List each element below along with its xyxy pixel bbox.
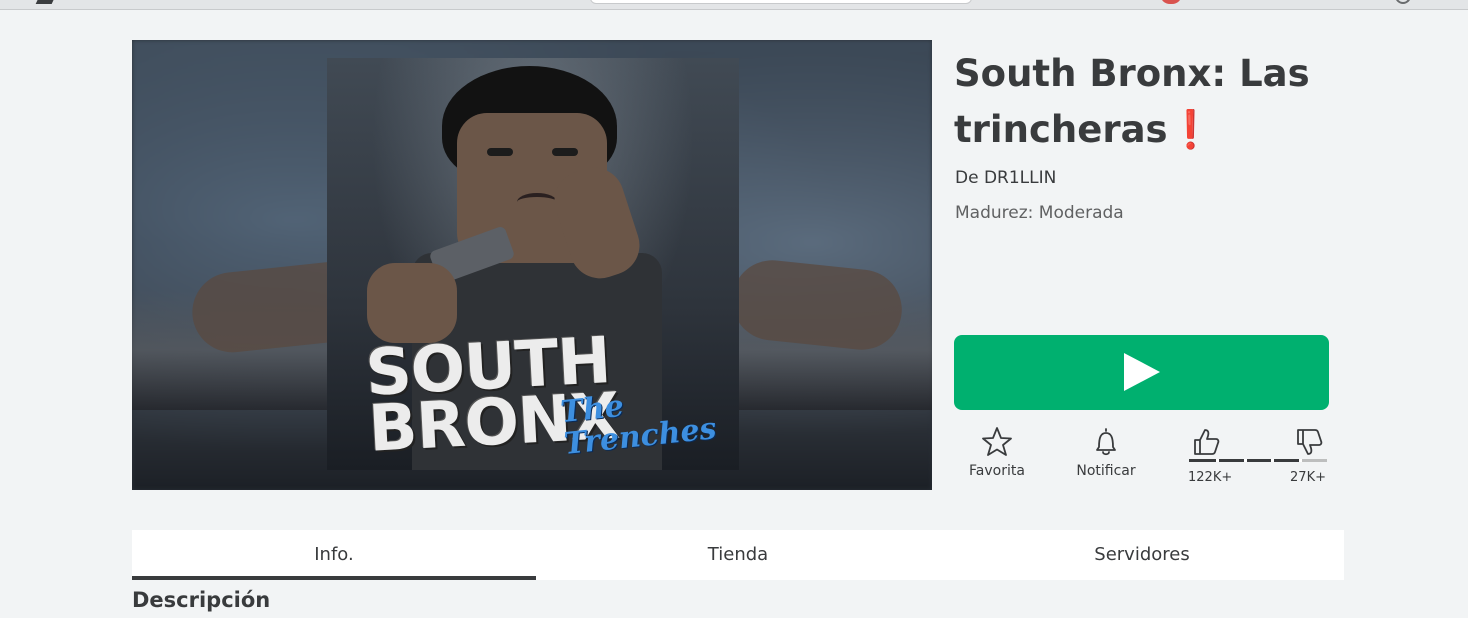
vote-bar-segment: [1216, 459, 1219, 462]
star-icon: [980, 425, 1014, 459]
search-input[interactable]: [590, 0, 972, 4]
avatar-eye-left: [487, 148, 513, 156]
vote-bar-segment: [1271, 459, 1274, 462]
avatar-hand-left: [367, 263, 457, 343]
settings-icon[interactable]: [1395, 0, 1411, 4]
description-heading: Descripción: [132, 588, 271, 612]
exclamation-icon: ❗: [1167, 108, 1214, 151]
thumbs-up-icon[interactable]: [1189, 425, 1223, 459]
roblox-logo-icon[interactable]: [35, 0, 57, 4]
vote-ratio-bar: [1189, 459, 1327, 462]
bell-icon: [1089, 425, 1123, 459]
user-avatar[interactable]: [1160, 0, 1182, 4]
creator-link[interactable]: DR1LLIN: [984, 168, 1056, 188]
game-title-text: South Bronx: Las trincheras: [954, 52, 1310, 151]
vote-bar-segment: [1299, 459, 1302, 462]
game-title: South Bronx: Las trincheras❗: [954, 46, 1334, 158]
avatar-eye-right: [552, 148, 578, 156]
top-navigation-bar: [0, 0, 1468, 10]
tab-servers[interactable]: Servidores: [940, 530, 1344, 580]
tab-info[interactable]: Info.: [132, 530, 536, 580]
thumbs-down-icon[interactable]: [1292, 425, 1326, 459]
notify-label: Notificar: [1076, 463, 1136, 479]
game-tabs: Info. Tienda Servidores: [132, 530, 1344, 580]
tab-store[interactable]: Tienda: [536, 530, 940, 580]
play-button[interactable]: [954, 335, 1329, 410]
game-thumbnail[interactable]: SOUTH BRONX The Trenches: [132, 40, 932, 490]
maturity-rating: Madurez: Moderada: [955, 203, 1124, 223]
thumbnail-poster: SOUTH BRONX The Trenches: [327, 58, 739, 470]
creator-prefix: De: [955, 168, 979, 188]
favorite-button[interactable]: Favorita: [962, 425, 1032, 479]
notify-button[interactable]: Notificar: [1068, 425, 1144, 479]
play-icon: [1124, 353, 1160, 391]
vote-bar-segment: [1244, 459, 1247, 462]
creator-line: De DR1LLIN: [955, 168, 1056, 188]
upvote-count: 122K+: [1188, 470, 1233, 485]
favorite-label: Favorita: [969, 463, 1025, 479]
vote-widget: 122K+ 27K+: [1186, 425, 1328, 489]
downvote-count: 27K+: [1290, 470, 1326, 485]
avatar-mouth: [517, 193, 557, 211]
